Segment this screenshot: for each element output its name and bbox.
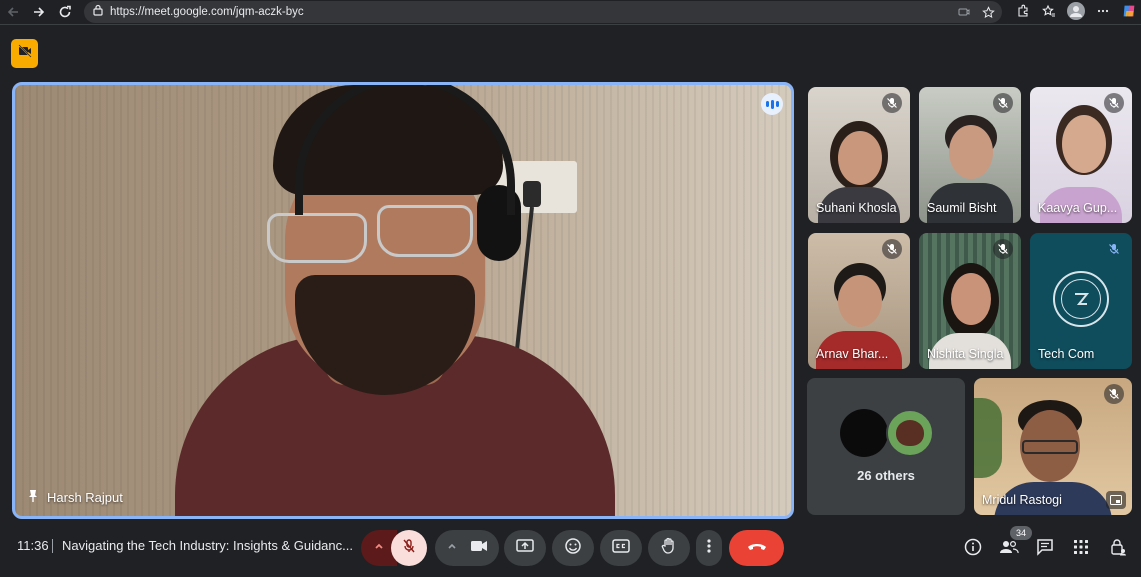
- emoji-icon: [564, 537, 582, 560]
- plug: [523, 181, 541, 207]
- participant-name: Kaavya Gup...: [1038, 201, 1118, 215]
- site-info-icon[interactable]: [92, 3, 104, 21]
- meeting-details-button[interactable]: [962, 538, 984, 560]
- browser-toolbar: https://meet.google.com/jqm-aczk-byc: [0, 0, 1141, 25]
- participant-face: [949, 125, 993, 179]
- info-icon: [964, 538, 982, 561]
- more-vert-icon: [707, 538, 711, 559]
- leave-call-button[interactable]: [729, 530, 784, 566]
- mic-off-icon: [993, 93, 1013, 113]
- participant-name: Nishita Singla: [927, 347, 1004, 361]
- participant-name: Saumil Bisht: [927, 201, 997, 215]
- more-options-button[interactable]: [696, 530, 722, 566]
- cast-icon[interactable]: [956, 4, 972, 20]
- mic-off-icon: [1104, 239, 1124, 259]
- captions-icon: [612, 538, 630, 558]
- picture-in-picture-icon[interactable]: [1106, 491, 1126, 509]
- camera-off-icon: [17, 43, 33, 64]
- chat-icon: [1036, 538, 1054, 561]
- participant-face: [838, 275, 882, 327]
- self-plant: [974, 398, 1002, 478]
- end-call-icon: [746, 539, 768, 557]
- self-name: Mridul Rastogi: [982, 493, 1062, 507]
- camera-icon[interactable]: [470, 539, 488, 558]
- star-icon[interactable]: [980, 4, 996, 20]
- present-icon: [516, 538, 534, 559]
- menu-icon[interactable]: [1095, 3, 1111, 19]
- speaking-indicator: [761, 93, 783, 115]
- mic-off-icon: [401, 538, 417, 559]
- captions-button[interactable]: [600, 530, 642, 566]
- back-icon[interactable]: [0, 0, 26, 25]
- reactions-button[interactable]: [552, 530, 594, 566]
- url-text: https://meet.google.com/jqm-aczk-byc: [110, 6, 304, 18]
- meeting-time: 11:36: [17, 538, 49, 553]
- video-off-badge[interactable]: [11, 39, 38, 68]
- hand-icon: [660, 537, 678, 560]
- mic-toggle-button[interactable]: [391, 530, 427, 566]
- people-icon: [999, 539, 1019, 560]
- participant-tile[interactable]: Arnav Bhar...: [808, 233, 910, 369]
- chat-button[interactable]: [1034, 538, 1056, 560]
- participant-tile[interactable]: Kaavya Gup...: [1030, 87, 1132, 223]
- participant-name: Tech Com: [1038, 347, 1095, 361]
- forward-icon[interactable]: [26, 0, 52, 25]
- participant-tile[interactable]: Nishita Singla: [919, 233, 1021, 369]
- participant-tile[interactable]: Saumil Bisht: [919, 87, 1021, 223]
- mic-off-icon: [1104, 384, 1124, 404]
- tech-com-logo: [1053, 271, 1109, 327]
- participant-tile[interactable]: Suhani Khosla: [808, 87, 910, 223]
- chevron-up-icon: [446, 539, 458, 557]
- others-label: 26 others: [857, 468, 915, 483]
- participant-face: [951, 273, 991, 325]
- main-speaker-tile[interactable]: Harsh Rajput: [12, 82, 794, 519]
- chevron-up-icon: [373, 539, 385, 557]
- apps-grid-icon: [1073, 539, 1089, 560]
- lock-person-icon: [1109, 538, 1127, 561]
- activities-button[interactable]: [1070, 538, 1092, 560]
- self-glasses: [1022, 440, 1078, 454]
- participant-name: Suhani Khosla: [816, 201, 897, 215]
- main-speaker-name: Harsh Rajput: [47, 490, 123, 505]
- mic-off-icon: [1104, 93, 1124, 113]
- participant-name: Arnav Bhar...: [816, 347, 889, 361]
- control-bar: 11:36 Navigating the Tech Industry: Insi…: [0, 521, 1141, 577]
- people-button[interactable]: [998, 538, 1020, 560]
- mic-off-icon: [882, 93, 902, 113]
- host-controls-button[interactable]: [1107, 538, 1129, 560]
- participant-tile[interactable]: Tech Com: [1030, 233, 1132, 369]
- self-view-tile[interactable]: Mridul Rastogi: [974, 378, 1132, 515]
- meet-main-area: Harsh Rajput Suhani Khosla Saumil Bisht …: [0, 26, 1141, 577]
- participant-face: [838, 131, 882, 185]
- copilot-icon[interactable]: [1121, 3, 1137, 19]
- raise-hand-button[interactable]: [648, 530, 690, 566]
- reload-icon[interactable]: [52, 0, 78, 25]
- favorites-icon[interactable]: [1041, 3, 1057, 19]
- speaker-glasses: [267, 213, 367, 263]
- address-bar[interactable]: https://meet.google.com/jqm-aczk-byc: [84, 1, 1002, 23]
- mic-off-icon: [993, 239, 1013, 259]
- mic-off-icon: [882, 239, 902, 259]
- others-avatar: [886, 409, 934, 457]
- participant-face: [1062, 115, 1106, 173]
- profile-icon[interactable]: [1067, 2, 1085, 20]
- meeting-title: Navigating the Tech Industry: Insights &…: [62, 538, 353, 553]
- others-tile[interactable]: 26 others: [807, 378, 965, 515]
- others-avatar: [840, 409, 888, 457]
- pin-icon[interactable]: [27, 489, 39, 506]
- extensions-icon[interactable]: [1015, 3, 1031, 19]
- video-options-button[interactable]: [435, 530, 499, 566]
- present-screen-button[interactable]: [504, 530, 546, 566]
